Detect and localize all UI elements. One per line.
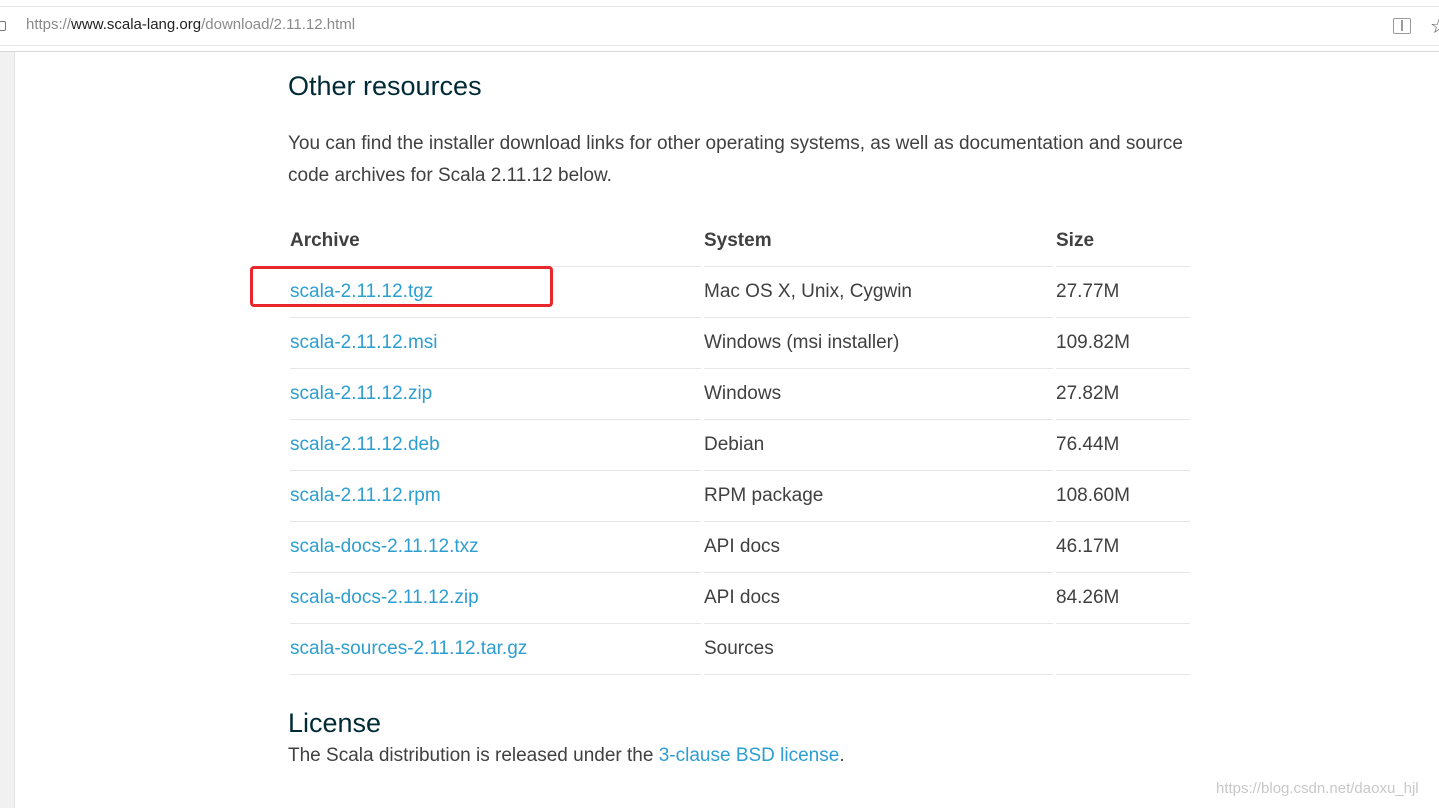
highlight-annotation-box xyxy=(250,266,553,307)
reader-view-icon[interactable] xyxy=(1393,18,1411,34)
size-cell: 27.82M xyxy=(1056,369,1190,420)
watermark: https://blog.csdn.net/daoxu_hjl xyxy=(1216,780,1419,797)
bookmark-star-icon[interactable]: ☆ xyxy=(1430,17,1439,37)
license-text-after: . xyxy=(839,745,845,766)
other-resources-intro: You can find the installer download link… xyxy=(288,133,1183,186)
size-cell: 109.82M xyxy=(1056,318,1190,369)
size-cell: 108.60M xyxy=(1056,471,1190,522)
license-heading: License xyxy=(288,708,382,738)
left-sidebar-strip xyxy=(0,52,15,808)
download-link[interactable]: scala-docs-2.11.12.zip xyxy=(290,587,479,608)
size-cell: 84.26M xyxy=(1056,573,1190,624)
header-size: Size xyxy=(1056,216,1190,267)
download-link[interactable]: scala-2.11.12.rpm xyxy=(290,485,441,506)
license-text: The Scala distribution is released under… xyxy=(288,745,845,767)
system-cell: Mac OS X, Unix, Cygwin xyxy=(704,267,1053,318)
bsd-license-link[interactable]: 3-clause BSD license xyxy=(659,745,840,766)
download-link[interactable]: scala-2.11.12.zip xyxy=(290,383,432,404)
system-cell: Debian xyxy=(704,420,1053,471)
license-text-before: The Scala distribution is released under… xyxy=(288,745,659,766)
lock-icon xyxy=(0,21,6,31)
header-archive: Archive xyxy=(290,216,701,267)
url-text[interactable]: https://www.scala-lang.org/download/2.11… xyxy=(26,16,355,33)
system-cell: Windows xyxy=(704,369,1053,420)
url-scheme: https:// xyxy=(26,16,72,33)
system-cell: API docs xyxy=(704,573,1053,624)
system-cell: RPM package xyxy=(704,471,1053,522)
size-cell xyxy=(1056,624,1190,675)
system-cell: Sources xyxy=(704,624,1053,675)
download-link[interactable]: scala-sources-2.11.12.tar.gz xyxy=(290,638,527,659)
system-cell: Windows (msi installer) xyxy=(704,318,1053,369)
download-link[interactable]: scala-2.11.12.deb xyxy=(290,434,440,455)
download-link[interactable]: scala-2.11.12.msi xyxy=(290,332,438,353)
size-cell: 27.77M xyxy=(1056,267,1190,318)
browser-toolbar: https://www.scala-lang.org/download/2.11… xyxy=(0,0,1439,52)
header-system: System xyxy=(704,216,1053,267)
system-cell: API docs xyxy=(704,522,1053,573)
url-path: /download/2.11.12.html xyxy=(201,16,356,33)
address-bar[interactable]: https://www.scala-lang.org/download/2.11… xyxy=(0,6,1439,46)
url-host: www.scala-lang.org xyxy=(71,16,202,33)
size-cell: 46.17M xyxy=(1056,522,1190,573)
other-resources-heading: Other resources xyxy=(288,71,482,101)
size-cell: 76.44M xyxy=(1056,420,1190,471)
download-link[interactable]: scala-docs-2.11.12.txz xyxy=(290,536,479,557)
